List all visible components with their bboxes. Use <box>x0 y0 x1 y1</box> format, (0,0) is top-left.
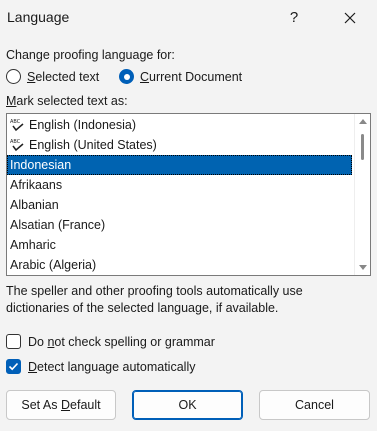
detect-language-box[interactable] <box>6 359 21 374</box>
description-text: The speller and other proofing tools aut… <box>6 284 303 315</box>
spellcheck-icon: ABC <box>10 119 24 132</box>
scroll-down-icon[interactable] <box>359 265 367 270</box>
svg-text:ABC: ABC <box>10 119 21 125</box>
list-item[interactable]: Amharic <box>7 235 352 255</box>
list-item[interactable]: ABC English (Indonesia) <box>7 115 352 135</box>
svg-text:ABC: ABC <box>10 139 21 145</box>
proofing-label: Change proofing language for: <box>6 48 175 62</box>
list-item-label: Afrikaans <box>10 178 63 192</box>
radio-selected-text[interactable]: Selected text <box>6 69 99 84</box>
list-item[interactable]: Afrikaans <box>7 175 352 195</box>
dialog-title: Language <box>7 9 70 25</box>
title-bar: Language ? <box>0 0 377 36</box>
list-item-label: Arabic (Algeria) <box>10 258 97 272</box>
detect-language-label: Detect language automatically <box>28 359 196 374</box>
list-item-label: English (Indonesia) <box>29 118 137 132</box>
checkmark-icon <box>8 362 19 371</box>
close-button[interactable] <box>336 4 364 32</box>
spellcheck-icon: ABC <box>10 139 24 152</box>
list-scrollbar[interactable] <box>354 114 370 275</box>
language-list[interactable]: ABC English (Indonesia) ABC English (Uni… <box>6 113 371 276</box>
radio-selected-text-circle[interactable] <box>6 69 21 84</box>
ok-button[interactable]: OK <box>132 390 243 420</box>
help-button[interactable]: ? <box>282 4 306 32</box>
list-item[interactable]: Arabic (Algeria) <box>7 255 352 275</box>
scroll-thumb[interactable] <box>361 134 364 160</box>
close-icon <box>344 12 356 24</box>
list-item-label: Albanian <box>10 198 59 212</box>
mark-label: Mark selected text as: <box>6 94 128 108</box>
radio-current-document-circle[interactable] <box>119 69 134 84</box>
detect-language-checkbox[interactable]: Detect language automatically <box>6 359 195 374</box>
cancel-button[interactable]: Cancel <box>259 390 370 420</box>
scroll-up-icon[interactable] <box>359 119 367 124</box>
list-item-label: Indonesian <box>10 158 72 172</box>
radio-selected-text-label: Selected text <box>27 69 100 84</box>
list-item-selected[interactable]: Indonesian <box>7 155 352 175</box>
language-dialog: Language ? Change proofing language for:… <box>0 0 377 431</box>
no-spellcheck-box[interactable] <box>6 334 21 349</box>
list-item[interactable]: ABC English (United States) <box>7 135 352 155</box>
no-spellcheck-label: Do not check spelling or grammar <box>28 334 215 349</box>
list-item-label: Alsatian (France) <box>10 218 106 232</box>
list-item[interactable]: Albanian <box>7 195 352 215</box>
no-spellcheck-checkbox[interactable]: Do not check spelling or grammar <box>6 334 215 349</box>
list-item[interactable]: Alsatian (France) <box>7 215 352 235</box>
list-item-label: Amharic <box>10 238 56 252</box>
radio-current-document-label: Current Document <box>140 69 243 84</box>
set-as-default-button[interactable]: Set As Default <box>6 390 116 420</box>
radio-current-document[interactable]: Current Document <box>119 69 242 84</box>
list-item-label: English (United States) <box>29 138 157 152</box>
